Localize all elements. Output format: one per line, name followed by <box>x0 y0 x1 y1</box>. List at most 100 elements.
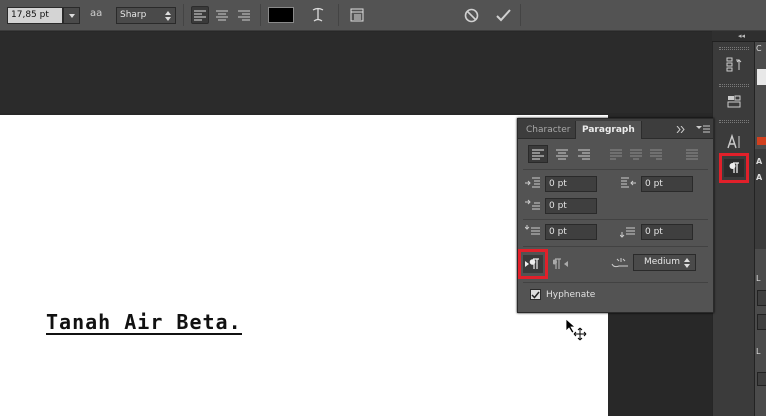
indent-right-icon <box>621 177 636 188</box>
strip-swatch <box>757 69 766 85</box>
font-size-field[interactable]: 17,85 pt <box>7 7 63 24</box>
align-right-icon <box>238 10 250 20</box>
character-icon <box>727 134 740 149</box>
tab-paragraph[interactable]: Paragraph <box>575 121 642 139</box>
anti-alias-select[interactable]: Sharp <box>116 7 176 24</box>
double-arrow-icon[interactable] <box>676 126 686 133</box>
space-before-icon <box>525 225 540 235</box>
warp-text-icon <box>312 7 324 22</box>
text-layer[interactable]: Tanah Air Beta. <box>46 311 242 335</box>
text-color-swatch[interactable] <box>268 7 294 23</box>
strip-label: A <box>756 173 763 182</box>
dock-grip[interactable] <box>719 47 749 50</box>
paragraph-button-face <box>724 159 744 177</box>
strip-field[interactable] <box>757 290 766 306</box>
checkmark-icon <box>531 291 540 299</box>
dock-grip[interactable] <box>719 84 749 87</box>
align-left-text-button[interactable] <box>191 6 209 24</box>
indent-left-icon <box>525 177 540 188</box>
dock-header[interactable]: ◂◂ <box>712 31 766 42</box>
kashida-icon <box>611 258 628 268</box>
pilcrow-icon <box>729 162 739 173</box>
right-to-left-button[interactable] <box>551 255 571 273</box>
panels-icon <box>350 8 364 22</box>
panel-tab-bar: Character Paragraph <box>518 119 713 139</box>
align-right-icon <box>578 149 590 159</box>
align-center-icon <box>556 149 568 159</box>
justify-last-center-button[interactable] <box>626 145 646 163</box>
justify-center-icon <box>630 149 642 159</box>
justify-all-icon <box>686 149 698 159</box>
checkmark-icon <box>495 8 511 21</box>
history-icon <box>726 57 742 72</box>
move-cursor-icon <box>565 318 587 341</box>
strip-label: A <box>756 157 763 166</box>
align-center-button[interactable] <box>552 145 572 163</box>
separator <box>260 4 261 26</box>
panel-menu-icon[interactable] <box>696 125 710 134</box>
indent-first-line-icon <box>525 199 540 210</box>
space-after-field[interactable]: 0 pt <box>641 224 693 240</box>
strip-label: C <box>756 44 762 53</box>
divider <box>523 169 708 170</box>
separator <box>520 4 521 26</box>
strip-label: L <box>756 274 761 283</box>
divider <box>523 246 708 247</box>
space-after-icon <box>620 227 635 238</box>
align-center-text-button[interactable] <box>213 6 231 24</box>
divider <box>523 219 708 220</box>
paragraph-panel-button[interactable] <box>719 153 749 183</box>
align-right-text-button[interactable] <box>235 6 253 24</box>
strip-color-chip <box>757 137 766 145</box>
options-bar: 17,85 pt aa Sharp <box>0 0 766 31</box>
justify-last-right-button[interactable] <box>646 145 666 163</box>
justify-left-icon <box>610 149 622 159</box>
anti-alias-icon: aa <box>90 8 103 19</box>
separator <box>338 4 339 26</box>
justify-right-icon <box>650 149 662 159</box>
3d-panel-button[interactable] <box>721 88 747 114</box>
font-size-dropdown[interactable] <box>63 7 80 24</box>
cancel-icon <box>464 8 478 22</box>
indent-left-field[interactable]: 0 pt <box>545 176 597 192</box>
dock-grip[interactable] <box>719 120 749 123</box>
ltr-pilcrow-icon <box>525 258 539 269</box>
strip-field[interactable] <box>757 314 766 330</box>
tab-character[interactable]: Character <box>520 121 576 139</box>
align-right-button[interactable] <box>574 145 594 163</box>
align-left-icon <box>194 10 206 20</box>
commit-edits-button[interactable] <box>494 6 512 24</box>
expanded-panel-strip: C A A L L <box>754 42 766 416</box>
indent-right-field[interactable]: 0 pt <box>641 176 693 192</box>
justify-all-button[interactable] <box>682 145 702 163</box>
direction-button-face <box>523 255 543 273</box>
toggle-panels-button[interactable] <box>348 6 366 24</box>
strip-field[interactable] <box>757 372 766 386</box>
history-panel-button[interactable] <box>721 52 747 78</box>
anti-alias-value: Sharp <box>120 10 147 20</box>
separator <box>183 4 184 26</box>
indent-first-line-field[interactable]: 0 pt <box>545 198 597 214</box>
strip-label: L <box>756 347 761 356</box>
collapse-dock-icon[interactable]: ◂◂ <box>738 31 745 41</box>
rtl-pilcrow-icon <box>553 258 568 269</box>
spinner-arrows-icon <box>684 258 690 268</box>
3d-cube-icon <box>727 95 741 108</box>
align-left-icon <box>532 149 544 160</box>
warp-text-button[interactable] <box>309 6 327 24</box>
align-left-button[interactable] <box>528 145 548 163</box>
divider <box>523 282 708 283</box>
chevron-down-icon <box>68 14 75 18</box>
align-center-icon <box>216 10 228 20</box>
pasteboard <box>0 32 712 113</box>
hyphenate-checkbox[interactable] <box>530 289 541 300</box>
cancel-edits-button[interactable] <box>462 6 480 24</box>
left-to-right-button[interactable] <box>518 249 548 279</box>
space-before-field[interactable]: 0 pt <box>545 224 597 240</box>
character-panel-button[interactable] <box>721 129 747 155</box>
spinner-arrows-icon <box>165 11 171 21</box>
composer-select[interactable]: Medium <box>633 254 696 271</box>
composer-value: Medium <box>644 257 680 267</box>
justify-last-left-button[interactable] <box>606 145 626 163</box>
paragraph-panel: Character Paragraph 0 pt 0 pt 0 pt 0 pt … <box>517 118 714 313</box>
